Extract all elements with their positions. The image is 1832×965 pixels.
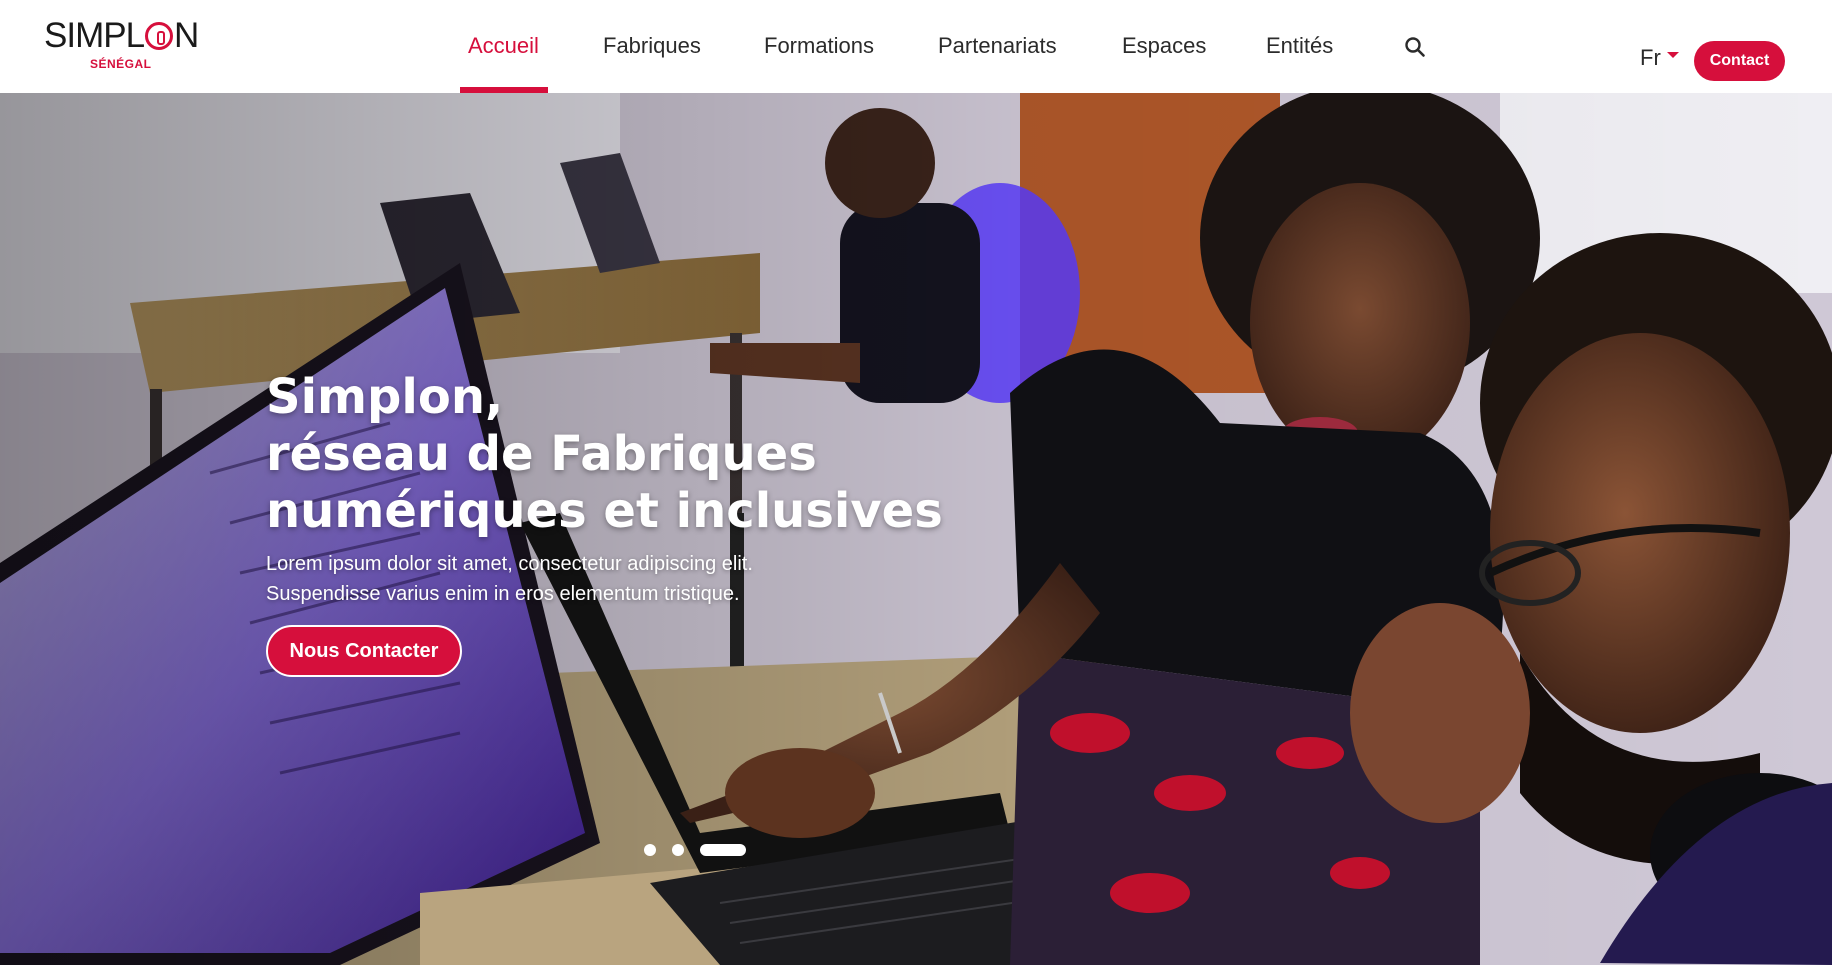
nav-item-espaces[interactable]: Espaces <box>1122 0 1206 93</box>
hero-title: Simplon, réseau de Fabriques numériques … <box>266 369 986 540</box>
simplon-logo[interactable]: SIMPL N SÉNÉGAL <box>44 18 204 74</box>
logo-text-left: SIMPL <box>44 16 145 55</box>
hero-description-line-1: Lorem ipsum dolor sit amet, consectetur … <box>266 553 753 575</box>
slider-pagination <box>640 844 750 858</box>
logo-subtitle: SÉNÉGAL <box>90 57 152 71</box>
slider-dot-3-active[interactable] <box>700 844 746 856</box>
hero-description-line-2: Suspendisse varius enim in eros elementu… <box>266 583 740 605</box>
nous-contacter-button[interactable]: Nous Contacter <box>266 625 462 677</box>
hero-title-line-1: Simplon, <box>266 369 504 425</box>
logo-power-icon <box>145 22 174 50</box>
slider-dot-2[interactable] <box>672 844 684 856</box>
hero-title-line-2: réseau de Fabriques <box>266 426 817 482</box>
active-nav-indicator <box>460 87 548 93</box>
nav-item-accueil[interactable]: Accueil <box>468 0 539 93</box>
caret-down-icon <box>1666 52 1679 58</box>
search-icon[interactable] <box>1404 36 1426 58</box>
hero-title-line-3: numériques et inclusives <box>266 483 943 539</box>
contact-button[interactable]: Contact <box>1694 41 1785 81</box>
site-header: SIMPL N SÉNÉGAL Accueil Fabriques Format… <box>0 0 1832 93</box>
slider-dot-1[interactable] <box>644 844 656 856</box>
language-label: Fr <box>1640 45 1661 70</box>
nav-item-partenariats[interactable]: Partenariats <box>938 0 1057 93</box>
nav-item-entites[interactable]: Entités <box>1266 0 1333 93</box>
language-selector[interactable]: Fr <box>1640 43 1679 73</box>
nav-item-fabriques[interactable]: Fabriques <box>603 0 701 93</box>
hero-slider: Simplon, réseau de Fabriques numériques … <box>0 93 1832 965</box>
hero-description: Lorem ipsum dolor sit amet, consectetur … <box>266 549 906 609</box>
nav-item-formations[interactable]: Formations <box>764 0 874 93</box>
logo-wordmark: SIMPL N <box>44 16 199 55</box>
logo-text-right: N <box>174 16 199 55</box>
